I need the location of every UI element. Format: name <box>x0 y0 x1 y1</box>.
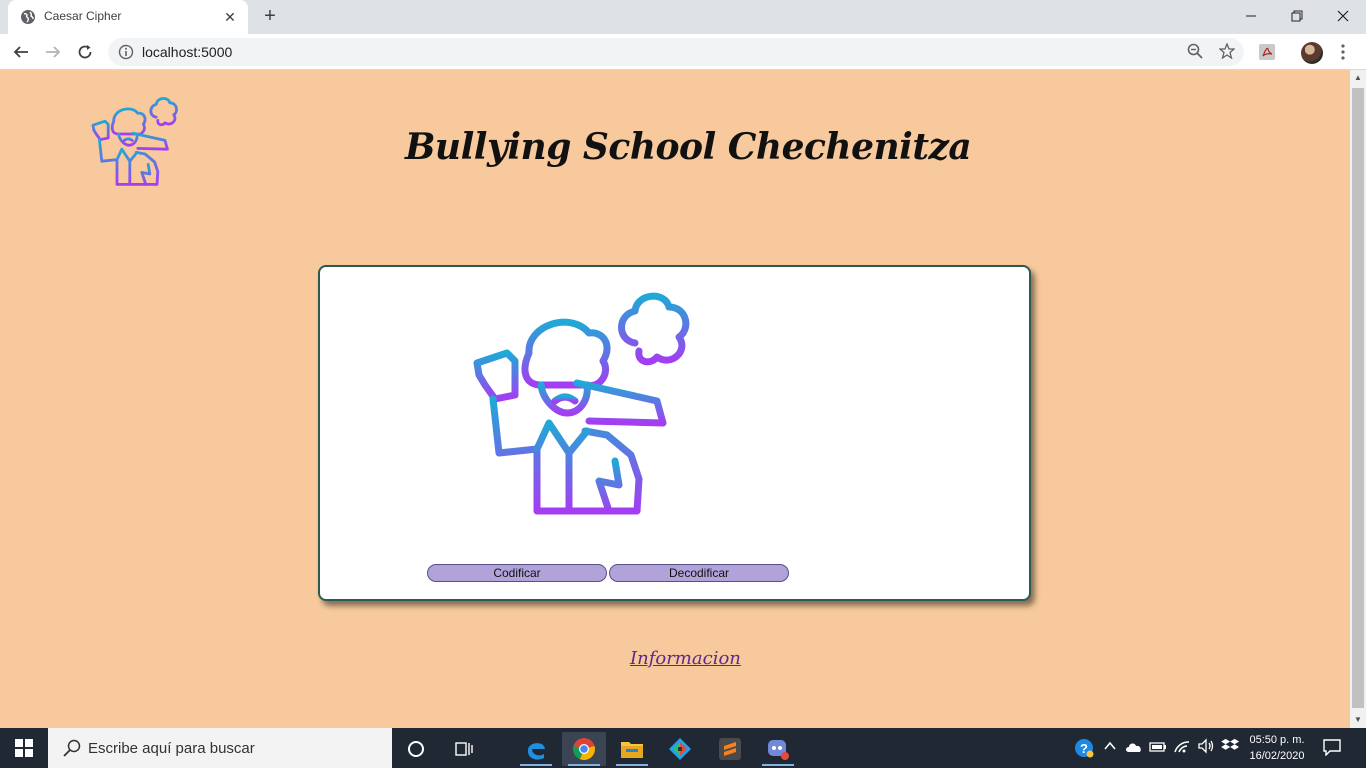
new-tab-button[interactable]: + <box>258 5 282 29</box>
info-link[interactable]: Informacion <box>630 648 741 669</box>
address-bar[interactable]: localhost:5000 <box>108 38 1244 66</box>
tab-close-icon[interactable]: ✕ <box>220 7 240 27</box>
back-arrow-icon[interactable] <box>8 39 34 65</box>
page-title: Bullying School Chechenitza <box>405 126 972 168</box>
volume-icon[interactable] <box>1196 738 1216 758</box>
url-text: localhost:5000 <box>142 44 233 60</box>
windows-start-icon[interactable] <box>0 728 48 768</box>
globe-icon <box>21 10 35 24</box>
wifi-icon[interactable] <box>1172 738 1192 758</box>
site-info-icon[interactable] <box>118 44 134 60</box>
sublime-text-icon[interactable] <box>708 732 752 766</box>
reload-icon[interactable] <box>72 39 98 65</box>
encode-button[interactable]: Codificar <box>427 564 607 582</box>
onedrive-cloud-icon[interactable] <box>1124 738 1144 758</box>
chrome-browser-icon[interactable] <box>562 732 606 766</box>
restore-icon[interactable] <box>1274 0 1320 32</box>
notification-center-icon[interactable] <box>1322 738 1344 758</box>
search-placeholder: Escribe aquí para buscar <box>88 740 255 757</box>
page-content: Bullying School Chechenitza Codificar De… <box>0 70 1350 728</box>
bullied-student-logo-icon <box>91 97 178 186</box>
bullied-student-illustration <box>473 292 690 515</box>
edge-browser-icon[interactable] <box>514 732 558 766</box>
file-explorer-icon[interactable] <box>610 732 654 766</box>
decode-button[interactable]: Decodificar <box>609 564 789 582</box>
zoom-icon[interactable] <box>1186 43 1204 61</box>
scroll-up-arrow-icon[interactable]: ▲ <box>1350 70 1366 86</box>
battery-icon[interactable] <box>1148 738 1168 758</box>
scroll-thumb[interactable] <box>1352 88 1364 708</box>
main-card: Codificar Decodificar <box>318 265 1031 601</box>
help-icon[interactable]: ? <box>1074 738 1094 758</box>
taskbar-clock[interactable]: 05:50 p. m. 16/02/2020 <box>1246 732 1308 764</box>
tab-title: Caesar Cipher <box>44 9 122 23</box>
menu-kebab-icon[interactable] <box>1336 41 1350 63</box>
cortana-icon[interactable] <box>394 732 438 766</box>
close-window-icon[interactable] <box>1320 0 1366 32</box>
discord-icon[interactable] <box>756 732 800 766</box>
browser-tab-bar: Caesar Cipher ✕ + <box>0 0 1366 34</box>
windows-taskbar: Escribe aquí para buscar ? 05:50 p. m. 1… <box>0 728 1366 768</box>
taskbar-search-box[interactable]: Escribe aquí para buscar <box>48 728 392 768</box>
scroll-down-arrow-icon[interactable]: ▼ <box>1350 712 1366 728</box>
profile-avatar[interactable] <box>1301 42 1323 64</box>
bookmark-star-icon[interactable] <box>1218 42 1236 61</box>
search-icon <box>63 739 81 757</box>
page-scrollbar[interactable]: ▲ ▼ <box>1350 70 1366 728</box>
task-view-icon[interactable] <box>442 732 486 766</box>
clock-time: 05:50 p. m. <box>1249 734 1305 746</box>
minimize-icon[interactable] <box>1228 0 1274 32</box>
browser-toolbar: localhost:5000 <box>0 34 1366 70</box>
dropbox-icon[interactable] <box>1220 738 1240 758</box>
git-kraken-icon[interactable] <box>658 732 702 766</box>
browser-tab[interactable]: Caesar Cipher ✕ <box>8 0 248 34</box>
pdf-extension-icon[interactable] <box>1258 43 1276 61</box>
chevron-up-icon[interactable] <box>1100 738 1120 758</box>
clock-date: 16/02/2020 <box>1249 750 1305 762</box>
forward-arrow-icon[interactable] <box>40 39 66 65</box>
